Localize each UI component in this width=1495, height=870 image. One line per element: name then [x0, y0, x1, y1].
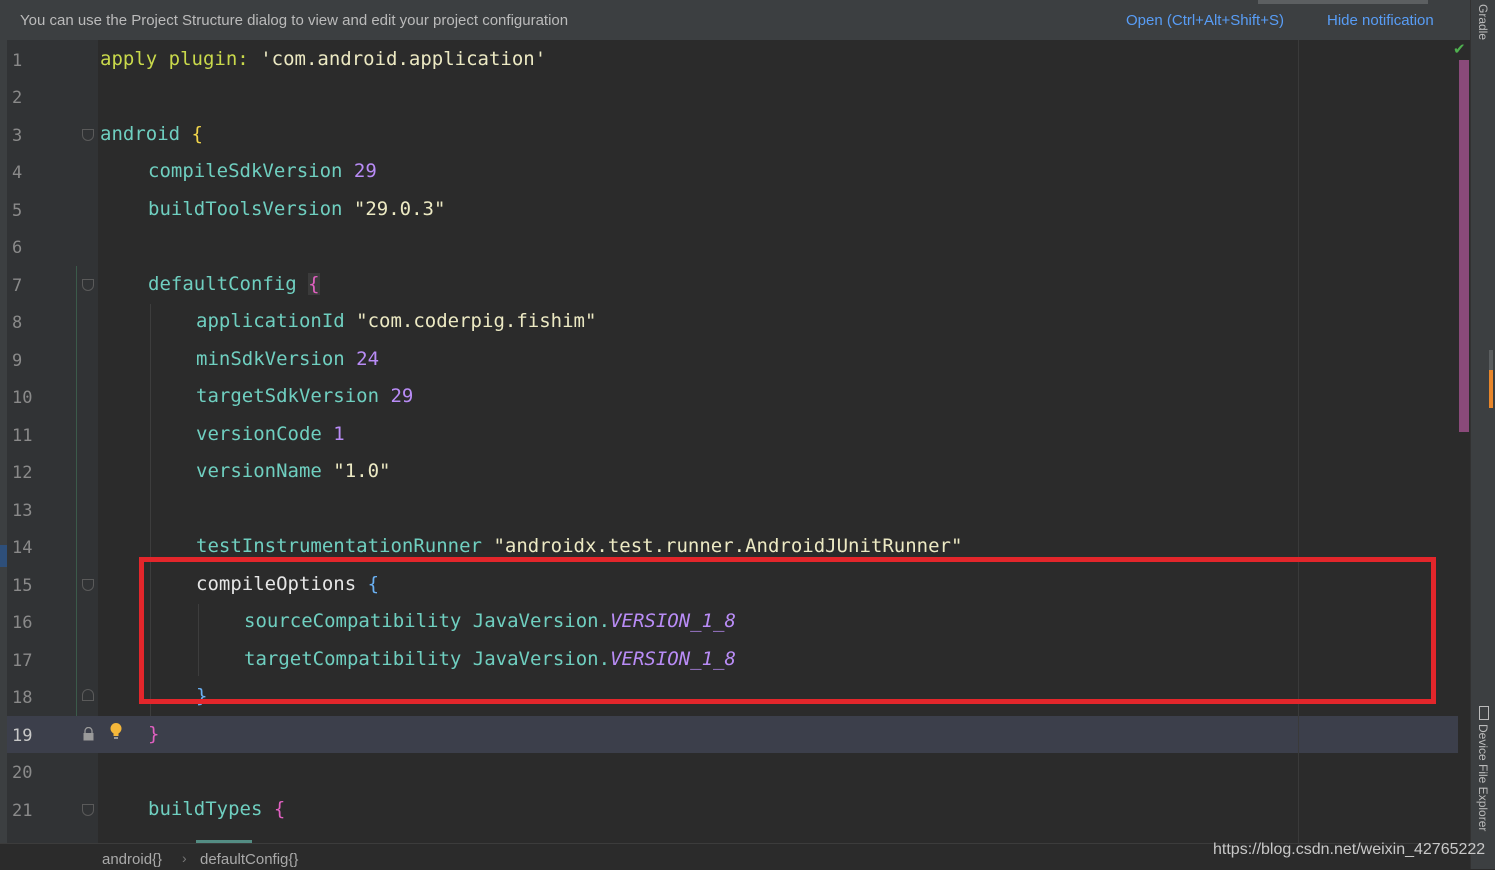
code-line-21[interactable]: buildTypes {: [148, 798, 285, 820]
scroll-thumb[interactable]: [1489, 350, 1493, 370]
line-number: 1: [12, 51, 23, 71]
left-strip-marker: [0, 545, 7, 567]
line-number: 18: [12, 688, 33, 708]
notification-bar: You can use the Project Structure dialog…: [0, 0, 1470, 41]
changed-lines-marker: [76, 266, 77, 716]
code-string: "androidx.test.runner.AndroidJUnitRunner…: [493, 535, 963, 557]
highlight-annotation-box: [139, 557, 1436, 704]
checkmark-icon: ✔: [1453, 41, 1466, 58]
code-token: versionName: [196, 460, 322, 482]
current-line-highlight: [7, 716, 1470, 753]
line-number: 14: [12, 538, 33, 558]
line-number: 21: [12, 801, 33, 821]
code-brace: }: [148, 723, 160, 745]
fold-toggle-icon[interactable]: [82, 579, 94, 591]
breadcrumb-item-android[interactable]: android{}: [102, 851, 162, 868]
code-line-9[interactable]: minSdkVersion 24: [196, 348, 379, 370]
code-string: "com.coderpig.fishim": [356, 310, 597, 332]
code-line-3[interactable]: android {: [100, 123, 203, 145]
code-number: 29: [353, 160, 377, 182]
fold-toggle-icon[interactable]: [82, 804, 94, 816]
code-string: "1.0": [333, 460, 391, 482]
line-number-current: 19: [12, 726, 33, 746]
line-number: 7: [12, 276, 23, 296]
watermark-url: https://blog.csdn.net/weixin_42765222: [1213, 841, 1486, 858]
code-line-4[interactable]: compileSdkVersion 29: [148, 160, 377, 182]
code-number: 24: [356, 348, 380, 370]
code-line-10[interactable]: targetSdkVersion 29: [196, 385, 413, 407]
code-number: 1: [333, 423, 345, 445]
code-line-5[interactable]: buildToolsVersion "29.0.3": [148, 198, 445, 220]
right-margin-guide: [1298, 40, 1299, 843]
breadcrumb-item-defaultconfig[interactable]: defaultConfig{}: [200, 851, 298, 868]
fold-toggle-icon[interactable]: [82, 129, 94, 141]
line-number: 8: [12, 313, 23, 333]
line-number: 11: [12, 426, 33, 446]
left-tool-strip: [0, 40, 7, 869]
breadcrumb-separator: ›: [182, 850, 187, 866]
code-string: 'com.android.application': [260, 48, 547, 70]
changes-marker: [1459, 60, 1469, 432]
line-number: 2: [12, 88, 23, 108]
device-file-explorer-tool-button[interactable]: Device File Explorer: [1476, 724, 1490, 831]
code-token: android: [100, 123, 181, 145]
code-line-8[interactable]: applicationId "com.coderpig.fishim": [196, 310, 596, 332]
open-project-structure-link[interactable]: Open (Ctrl+Alt+Shift+S): [1126, 12, 1284, 29]
line-number: 12: [12, 463, 33, 483]
hide-notification-link[interactable]: Hide notification: [1327, 12, 1434, 29]
code-token: plugin:: [168, 48, 249, 70]
code-number: 29: [390, 385, 414, 407]
code-brace: {: [273, 798, 286, 820]
device-icon: [1479, 706, 1489, 720]
line-number: 3: [12, 126, 23, 146]
code-token: defaultConfig: [148, 273, 297, 295]
line-number: 17: [12, 651, 33, 671]
code-line-7[interactable]: defaultConfig {: [148, 273, 320, 295]
line-number: 20: [12, 763, 33, 783]
fold-lock-icon: [83, 727, 94, 741]
notification-scroll-indicator: [1258, 0, 1428, 4]
line-number: 10: [12, 388, 33, 408]
code-token: minSdkVersion: [196, 348, 345, 370]
fold-end-icon[interactable]: [82, 689, 94, 701]
notification-message: You can use the Project Structure dialog…: [20, 12, 569, 29]
code-token: applicationId: [196, 310, 345, 332]
line-number: 16: [12, 613, 33, 633]
code-token: testInstrumentationRunner: [196, 535, 482, 557]
code-brace: {: [191, 123, 203, 145]
line-number: 9: [12, 351, 23, 371]
code-token: buildTypes: [148, 798, 263, 820]
code-token: buildToolsVersion: [148, 198, 343, 220]
code-token: targetSdkVersion: [196, 385, 380, 407]
line-number: 15: [12, 576, 33, 596]
line-number: 5: [12, 201, 23, 221]
scroll-position-marker: [1489, 370, 1493, 408]
gradle-tool-button[interactable]: Gradle: [1476, 4, 1490, 40]
code-token: apply: [100, 48, 158, 70]
code-brace: {: [308, 273, 320, 295]
line-number: 13: [12, 501, 33, 521]
code-line-14[interactable]: testInstrumentationRunner "androidx.test…: [196, 535, 962, 557]
code-line-11[interactable]: versionCode 1: [196, 423, 345, 445]
fold-toggle-icon[interactable]: [82, 279, 94, 291]
code-line-19[interactable]: }: [148, 723, 159, 745]
line-number: 4: [12, 163, 23, 183]
line-number: 6: [12, 238, 23, 258]
code-token: versionCode: [196, 423, 322, 445]
code-line-22-partial: [196, 836, 306, 843]
code-line-12[interactable]: versionName "1.0": [196, 460, 391, 482]
lightbulb-icon[interactable]: [109, 722, 123, 740]
code-line-1[interactable]: apply plugin: 'com.android.application': [100, 48, 546, 70]
code-token: compileSdkVersion: [148, 160, 343, 182]
code-string: "29.0.3": [353, 198, 446, 220]
